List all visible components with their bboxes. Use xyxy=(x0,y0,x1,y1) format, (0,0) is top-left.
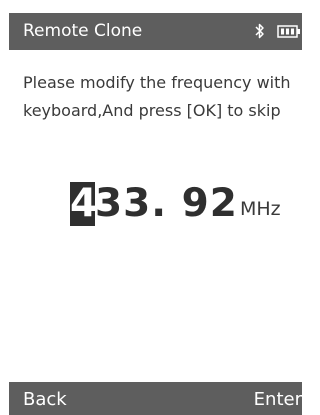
back-button[interactable]: Back xyxy=(23,389,67,411)
battery-icon xyxy=(277,25,300,38)
frequency-input[interactable]: 4 33. 92 MHz xyxy=(70,180,281,226)
screen-title: Remote Clone xyxy=(23,21,143,41)
frequency-cursor-digit[interactable]: 4 xyxy=(70,182,97,226)
bluetooth-icon xyxy=(255,23,264,39)
frequency-unit: MHz xyxy=(239,198,281,220)
frequency-value: 33. 92 xyxy=(95,181,238,226)
instruction-message: Please modify the frequency with keyboar… xyxy=(23,73,291,120)
softkey-bar: Back Enter xyxy=(9,382,302,415)
title-bar: Remote Clone xyxy=(9,13,302,50)
device-screen: Remote Clone Please modify the frequency… xyxy=(9,13,302,415)
enter-button[interactable]: Enter xyxy=(254,389,302,411)
